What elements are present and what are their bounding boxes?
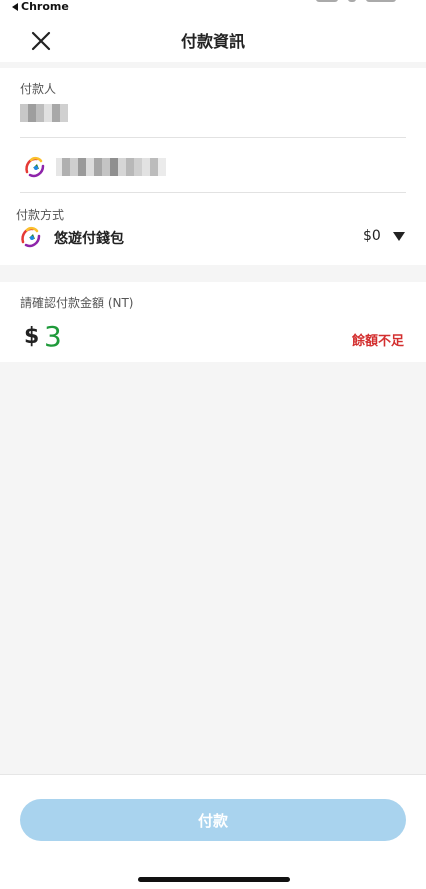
- payer-name-masked: [20, 104, 68, 122]
- payment-method-label: 付款方式: [16, 208, 65, 222]
- amount-label: 請確認付款金額 (NT): [20, 296, 134, 310]
- payment-method-name[interactable]: 悠遊付錢包: [54, 228, 124, 248]
- currency-symbol: $: [24, 324, 40, 349]
- payer-card: 付款人 付款方式 悠遊付錢包 $0: [0, 68, 426, 265]
- divider: [20, 192, 406, 193]
- insufficient-balance-warning: 餘額不足: [352, 334, 405, 349]
- battery-icon: [366, 0, 396, 2]
- page-title: 付款資訊: [180, 32, 245, 51]
- payment-amount: 3: [44, 320, 62, 353]
- app-logo-icon: [25, 156, 45, 178]
- home-indicator: [138, 877, 290, 882]
- status-indicators: [316, 0, 396, 4]
- back-triangle-icon: [12, 3, 18, 11]
- payer-label: 付款人: [20, 82, 57, 96]
- amount-card: 請確認付款金額 (NT) $ 3 餘額不足: [0, 282, 426, 362]
- back-to-app-link[interactable]: Chrome: [12, 0, 69, 14]
- header: 付款資訊: [0, 14, 426, 62]
- divider: [20, 137, 406, 138]
- back-app-label: Chrome: [21, 0, 69, 13]
- status-bar: Chrome: [0, 0, 426, 14]
- chevron-down-icon[interactable]: [393, 232, 405, 241]
- footer: 付款: [0, 774, 426, 889]
- payer-account-masked: [56, 158, 166, 176]
- pay-button[interactable]: 付款: [20, 799, 406, 841]
- wallet-balance: $0: [363, 228, 381, 244]
- signal-icon: [316, 0, 338, 2]
- wallet-logo-icon: [21, 226, 41, 248]
- wifi-icon: [348, 0, 356, 2]
